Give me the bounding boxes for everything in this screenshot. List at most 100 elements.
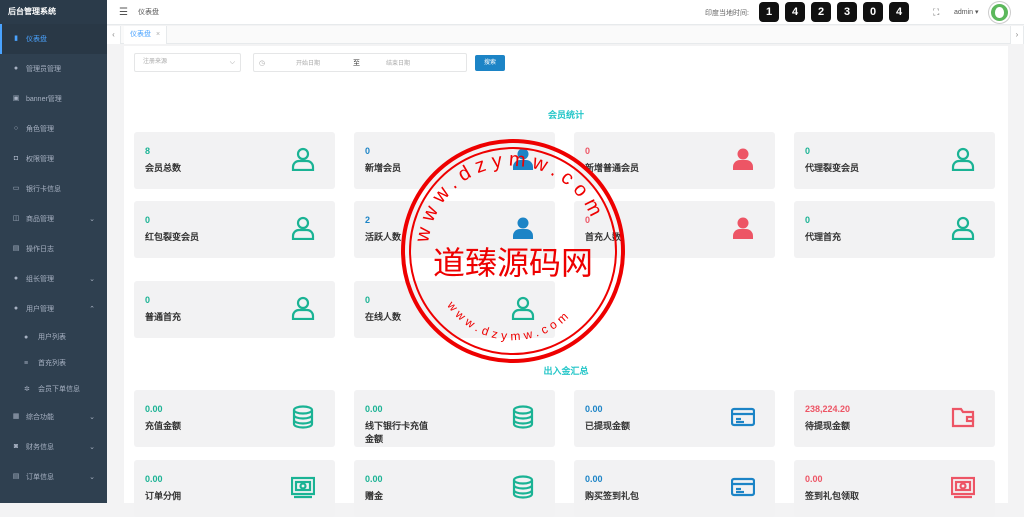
stat-card: 0.00 充值金额	[134, 390, 335, 447]
tab-label: 仪表盘	[130, 31, 151, 38]
clock-digits: 1 4 2 3 0 4	[759, 2, 915, 22]
clock-digit: 4	[889, 2, 909, 22]
sidebar-item-label: 管理员管理	[26, 66, 61, 73]
stat-value: 0	[365, 295, 371, 305]
stat-card: 0 代理首充	[794, 201, 995, 258]
stat-card: 0.00 赠金	[354, 460, 555, 517]
stat-label: 线下银行卡充值金额	[365, 421, 429, 444]
stat-label: 普通首充	[145, 312, 182, 322]
sidebar: 后台管理系统 ▮ 仪表盘 ● 管理员管理 ▣ banner管理 ○ 角色管理 ◘ 权限管理 ▭ 银行卡…	[0, 0, 107, 503]
sidebar-item-label: 综合功能	[26, 414, 54, 421]
bar-chart-icon: ▮	[14, 35, 18, 42]
source-select[interactable]: 注册来源 ⌵	[134, 53, 241, 72]
sidebar-item-label: 操作日志	[26, 246, 54, 253]
coins-icon	[291, 405, 315, 429]
tab-scroll-left-icon[interactable]: ‹	[107, 26, 121, 44]
stat-card: 0 新增会员	[354, 132, 555, 189]
stat-value: 0	[585, 215, 591, 225]
file-icon: ▤	[12, 473, 20, 480]
wallet-icon	[951, 405, 975, 429]
stat-label: 活跃人数	[365, 232, 402, 242]
sidebar-item[interactable]: ◙ 财务信息 ⌄	[0, 432, 107, 462]
menu-toggle-icon[interactable]: ☰	[119, 7, 128, 18]
sidebar-item[interactable]: ● 组长管理 ⌄	[0, 264, 107, 294]
date-separator: 至	[353, 59, 360, 67]
sidebar-item[interactable]: ▦ 综合功能 ⌄	[0, 402, 107, 432]
stat-card: 238,224.20 待提现金额	[794, 390, 995, 447]
sidebar-item[interactable]: ● 管理员管理	[0, 54, 107, 84]
chevron-down-icon: ⌄	[89, 444, 95, 451]
coins-icon	[511, 405, 535, 429]
finance-section-title: 出入金汇总	[543, 366, 589, 376]
stat-label: 会员总数	[145, 163, 182, 173]
user-outline-icon	[951, 216, 975, 241]
credit-card-icon	[730, 405, 756, 429]
stat-label: 已提现金额	[585, 421, 631, 431]
stat-value: 0.00	[585, 404, 603, 414]
file-icon: ▤	[12, 245, 20, 252]
sidebar-item-label: 首充列表	[38, 360, 66, 367]
user-icon: ●	[13, 275, 19, 282]
sidebar-item-label: 会员下单信息	[38, 386, 80, 393]
date-range-input[interactable]: ◷ 开始日期 至 结束日期	[253, 53, 467, 72]
sidebar-item[interactable]: ○ 角色管理	[0, 114, 107, 144]
stat-card: 0 首充人数	[574, 201, 775, 258]
stat-value: 0	[145, 215, 151, 225]
clock-digit: 2	[811, 2, 831, 22]
chevron-down-icon: ⌄	[89, 216, 95, 223]
gear-icon: ✲	[24, 386, 30, 393]
chevron-up-icon: ⌃	[89, 306, 95, 313]
clock-digit: 3	[837, 2, 857, 22]
stat-label: 代理裂变会员	[805, 163, 860, 173]
person-outline-icon: ○	[13, 125, 19, 132]
user-menu[interactable]: admin ▾	[954, 8, 979, 16]
avatar[interactable]	[989, 2, 1010, 23]
user-solid-icon	[731, 216, 755, 240]
stat-value: 2	[365, 215, 371, 225]
sidebar-item-label: 仪表盘	[26, 36, 47, 43]
stat-value: 0.00	[365, 404, 383, 414]
list-icon: ≡	[24, 359, 29, 367]
end-date-field[interactable]: 结束日期	[386, 58, 410, 67]
sidebar-item[interactable]: ▤ 订单信息 ⌄	[0, 462, 107, 492]
close-icon[interactable]: ×	[156, 31, 160, 38]
stat-card: 8 会员总数	[134, 132, 335, 189]
sidebar-item-label: 财务信息	[26, 444, 54, 451]
start-date-field[interactable]: 开始日期	[296, 58, 320, 67]
clock-digit: 0	[863, 2, 883, 22]
stat-label: 赠金	[365, 491, 384, 501]
sidebar-item[interactable]: ● 用户列表	[0, 324, 107, 350]
cash-icon	[950, 475, 976, 499]
search-button[interactable]: 搜索	[475, 54, 505, 71]
sidebar-item[interactable]: ▮ 仪表盘	[0, 24, 107, 54]
user-outline-icon	[511, 296, 535, 321]
fullscreen-icon[interactable]: ⛶	[933, 7, 939, 18]
user-solid-icon	[511, 147, 535, 171]
chevron-down-icon: ⌵	[229, 59, 235, 66]
user-icon: ●	[13, 305, 19, 312]
sidebar-item[interactable]: ✲ 会员下单信息	[0, 376, 107, 402]
tab-dashboard[interactable]: 仪表盘 ×	[124, 26, 168, 44]
tab-scroll-right-icon[interactable]: ›	[1010, 26, 1024, 44]
image-icon: ▣	[12, 95, 20, 102]
sidebar-item-label: 角色管理	[26, 126, 54, 133]
stat-value: 238,224.20	[805, 404, 851, 414]
stat-value: 0.00	[145, 404, 163, 414]
user-outline-icon	[291, 216, 315, 241]
stat-label: 新增会员	[365, 163, 402, 173]
stat-value: 8	[145, 146, 151, 156]
sidebar-item[interactable]: ≡ 首充列表	[0, 350, 107, 376]
sidebar-item[interactable]: ▭ 银行卡信息	[0, 174, 107, 204]
sidebar-item[interactable]: ▤ 操作日志	[0, 234, 107, 264]
user-icon: ●	[24, 333, 29, 341]
sidebar-item[interactable]: ▣ banner管理	[0, 84, 107, 114]
sidebar-item[interactable]: ◫ 商品管理 ⌄	[0, 204, 107, 234]
stat-card: 0.00 已提现金额	[574, 390, 775, 447]
user-icon: ●	[13, 65, 19, 72]
sidebar-item[interactable]: ◘ 权限管理	[0, 144, 107, 174]
stat-value: 0.00	[805, 474, 823, 484]
stat-card: 0 新增普通会员	[574, 132, 775, 189]
topbar: ☰ 仪表盘 印度当地时间: 1 4 2 3 0 4 ⛶ admin ▾	[107, 0, 1024, 25]
filter-bar: 注册来源 ⌵ ◷ 开始日期 至 结束日期 搜索	[134, 53, 505, 72]
sidebar-item[interactable]: ● 用户管理 ⌃	[0, 294, 107, 324]
